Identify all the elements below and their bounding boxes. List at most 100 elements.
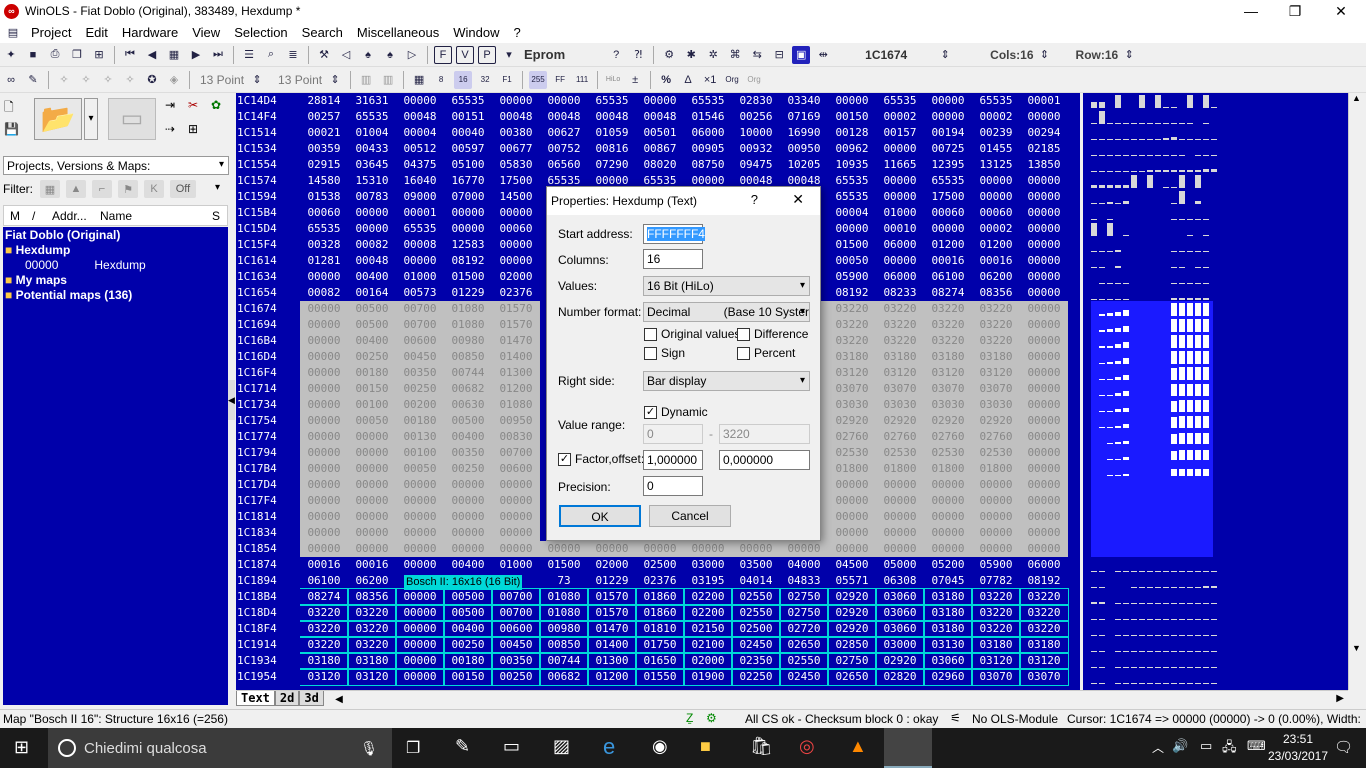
hex-cell[interactable]: 00150 [348,381,396,397]
tab-text[interactable]: Text [236,691,275,706]
hex-cell[interactable]: 03030 [924,397,972,413]
hex-cell[interactable]: 00600 [491,620,541,638]
hex-cell[interactable]: 00000 [1020,301,1068,317]
hex-cell[interactable]: 00000 [396,525,444,541]
hex-cell[interactable]: 03220 [971,588,1021,606]
hex-cell[interactable]: 00060 [300,205,348,221]
width-icon[interactable]: ⇹ [814,46,832,64]
hex-cell[interactable]: 02750 [779,588,829,606]
delta-icon[interactable]: Δ [679,71,697,89]
hex-cell[interactable]: 00682 [539,668,589,686]
hex-cell[interactable]: 03220 [828,317,876,333]
store-icon[interactable]: 🛍 [750,736,773,757]
hex-cell[interactable]: 00000 [348,445,396,461]
hex-cell[interactable]: 00000 [1020,525,1068,541]
percent-icon[interactable]: % [657,71,675,89]
hex-cell[interactable]: 06100 [300,573,348,589]
tree-hexdump-name[interactable]: Hexdump [94,258,145,272]
f-icon[interactable]: F [434,45,452,64]
panel-collapse-icon[interactable]: ◀ [228,380,235,420]
hex-cell[interactable]: 00000 [876,141,924,157]
hex-cell[interactable]: 02750 [779,604,829,622]
hex-cell[interactable]: 03070 [971,668,1021,686]
hex-cell[interactable]: 02920 [827,620,877,638]
eprom-label[interactable]: Eprom [524,47,565,62]
hex-cell[interactable]: 00000 [444,477,492,493]
hex-cell[interactable]: 00000 [924,493,972,509]
hex-cell[interactable]: 01059 [588,125,636,141]
hex-cell[interactable]: 00050 [396,461,444,477]
tree-hexdump-folder[interactable]: Hexdump [16,243,71,257]
hex-cell[interactable]: 00000 [732,541,780,557]
hex-cell[interactable]: 65535 [684,93,732,109]
original-values-checkbox[interactable]: Original values [644,327,740,341]
hex-cell[interactable]: 01810 [635,620,685,638]
hex-cell[interactable]: 01650 [635,652,685,670]
hex-cell[interactable]: 07045 [924,573,972,589]
hex-cell[interactable]: 00000 [348,461,396,477]
table-icon[interactable]: ▦ [410,71,428,89]
hex-cell[interactable]: 01080 [539,588,589,606]
menu-view[interactable]: View [185,25,227,40]
hex-cell[interactable]: 00000 [1020,109,1068,125]
hex-cell[interactable]: 01500 [540,557,588,573]
hex-cell[interactable]: 01570 [587,604,637,622]
hex-cell[interactable]: 03180 [1019,636,1069,654]
hex-cell[interactable]: 01080 [444,301,492,317]
properties-icon[interactable]: ⊞ [188,122,206,140]
hex-cell[interactable]: 00250 [491,668,541,686]
hex-cell[interactable]: 00725 [924,141,972,157]
hex-cell[interactable]: 02720 [779,620,829,638]
cols-spin-icon[interactable]: ⇕ [1036,46,1054,64]
hex-cell[interactable]: 00164 [348,285,396,301]
nav-left-icon[interactable]: ◁ [337,46,355,64]
hex-cell[interactable]: 06200 [348,573,396,589]
hex-cell[interactable]: 00002 [972,109,1020,125]
start-address-input[interactable]: FFFFFFF4 [643,224,705,244]
tab-2d[interactable]: 2d [274,691,300,706]
help-icon[interactable]: ? [607,46,625,64]
hex-cell[interactable]: 00000 [1020,365,1068,381]
hex-cell[interactable]: 03220 [347,620,397,638]
map-back-icon[interactable]: ♠ [359,46,377,64]
hex-cell[interactable]: 00180 [443,652,493,670]
hex-cell[interactable]: 03120 [876,365,924,381]
hex-cell[interactable]: 02100 [683,636,733,654]
hex-cell[interactable]: 02200 [683,604,733,622]
hex-cell[interactable]: 03180 [924,349,972,365]
hex-cell[interactable]: 03180 [923,620,973,638]
hex-cell[interactable]: 00048 [348,253,396,269]
filter-e-icon[interactable]: K [144,180,164,198]
hex-cell[interactable]: 00400 [444,557,492,573]
hex-cell[interactable]: 02500 [731,620,781,638]
hex-cell[interactable]: 00016 [348,557,396,573]
hex-cell[interactable]: 00000 [492,541,540,557]
hex-cell[interactable]: 00004 [828,205,876,221]
hex-cell[interactable]: 02550 [731,588,781,606]
hex-cell[interactable]: 08356 [972,285,1020,301]
hex-cell[interactable]: 03120 [924,365,972,381]
menu-edit[interactable]: Edit [78,25,114,40]
tool4-icon[interactable]: ⌘ [726,46,744,64]
hex-cell[interactable]: 00000 [924,525,972,541]
hex-cell[interactable]: 00000 [396,253,444,269]
hex-cell[interactable]: 01400 [492,349,540,365]
hex-cell[interactable]: 00100 [396,445,444,461]
color-icon[interactable]: ▣ [792,45,811,64]
hex-cell[interactable]: 00000 [348,205,396,221]
hex-cell[interactable]: 00000 [395,588,445,606]
hex-cell[interactable]: 00950 [492,413,540,429]
hex-cell[interactable]: 05900 [828,269,876,285]
hex-cell[interactable]: 00050 [348,413,396,429]
hex-cell[interactable]: 00000 [492,477,540,493]
hex-cell[interactable]: 02450 [779,668,829,686]
hex-cell[interactable]: 00000 [300,461,348,477]
hex-cell[interactable]: 01570 [492,317,540,333]
hex-cell[interactable]: 02376 [492,285,540,301]
hex-cell[interactable]: 03220 [876,333,924,349]
hex-cell[interactable]: 03030 [828,397,876,413]
hex-cell[interactable]: 00000 [1020,349,1068,365]
hex-cell[interactable]: 00000 [972,509,1020,525]
hex-cell[interactable]: 00000 [348,477,396,493]
hex-cell[interactable]: 00000 [828,525,876,541]
